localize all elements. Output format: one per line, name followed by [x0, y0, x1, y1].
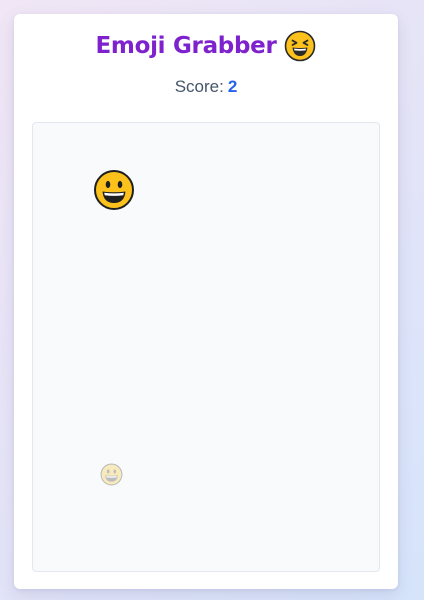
score-label: Score:	[174, 77, 224, 96]
score-display: Score: 2	[14, 76, 398, 98]
score-value: 2	[227, 77, 238, 96]
grinning-face-icon[interactable]	[93, 169, 135, 211]
play-area[interactable]	[32, 122, 380, 572]
faded-grinning-face-icon	[100, 463, 123, 486]
page-title: Emoji Grabber	[95, 33, 277, 59]
laughing-face-icon	[284, 30, 316, 62]
title-row: Emoji Grabber	[14, 30, 398, 62]
game-card: Emoji Grabber Score: 2	[14, 14, 398, 589]
